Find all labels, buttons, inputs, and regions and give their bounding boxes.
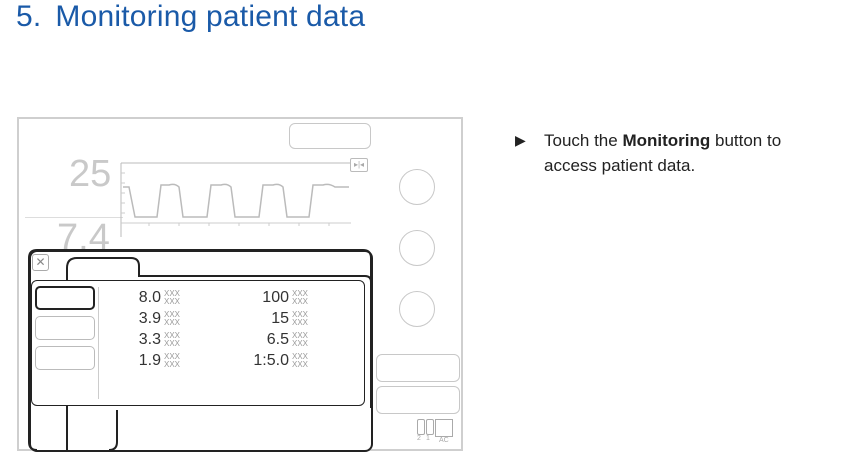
right-value-row: 100 XXX XXX [245,289,308,309]
left-value: 3.9 [138,310,161,327]
monitoring-side-button-selected[interactable] [35,286,95,310]
ac-label: AC [439,437,449,444]
battery-icon [417,419,425,435]
heading-title: Monitoring patient data [55,0,366,33]
left-unit: XXX XXX [164,288,181,306]
page-heading: 5. Monitoring patient data [16,0,365,34]
left-value-row: 3.9 XXX XXX [131,310,180,330]
monitoring-keyword: Monitoring [622,131,711,150]
right-unit: XXX XXX [292,288,309,306]
left-value: 1.9 [138,352,161,369]
round-button-1[interactable] [399,169,435,205]
left-unit: XXX XXX [164,330,181,348]
bullet-arrow-icon: ▶ [515,132,526,148]
battery-label-2: 1 [426,435,430,442]
battery-label-1: 2 [417,435,421,442]
column-divider [98,287,99,399]
close-icon[interactable]: ✕ [32,254,49,271]
heading-number: 5. [16,0,42,33]
top-button[interactable] [289,123,371,149]
instruction-text: Touch the Monitoring button to access pa… [544,128,835,178]
left-value-row: 3.3 XXX XXX [131,331,180,351]
battery-status: 2 1 AC [417,417,459,447]
round-button-2[interactable] [399,230,435,266]
right-value: 100 [262,289,289,306]
right-value-row: 15 XXX XXX [245,310,308,330]
monitoring-side-button-3[interactable] [35,346,95,370]
side-button-1[interactable] [376,354,460,382]
plug-icon [435,419,453,437]
instruction-step: ▶ Touch the Monitoring button to access … [515,128,835,178]
right-value: 15 [271,310,289,327]
round-button-3[interactable] [399,291,435,327]
divider-line [25,217,123,218]
big-value-top: 25 [69,153,112,195]
pressure-waveform [120,162,351,237]
left-value: 8.0 [138,289,161,306]
right-value-row: 1:5.0 XXX XXX [245,352,308,372]
ventilator-screen-illustration: ▸|◂ 25 7.4 2 1 AC ✕ 8.0 XXX XXX 3.9 XXX … [17,117,463,452]
right-value: 1:5.0 [253,352,289,369]
monitoring-side-button-2[interactable] [35,316,95,340]
right-value-row: 6.5 XXX XXX [245,331,308,351]
left-unit: XXX XXX [164,351,181,369]
right-unit: XXX XXX [292,330,309,348]
right-value: 6.5 [266,331,289,348]
instruction-text-start: Touch the [544,131,623,150]
left-value-row: 8.0 XXX XXX [131,289,180,309]
battery-icon [426,419,434,435]
right-unit: XXX XXX [292,309,309,327]
left-value-row: 1.9 XXX XXX [131,352,180,372]
left-unit: XXX XXX [164,309,181,327]
right-unit: XXX XXX [292,351,309,369]
left-value: 3.3 [138,331,161,348]
side-button-2[interactable] [376,386,460,414]
